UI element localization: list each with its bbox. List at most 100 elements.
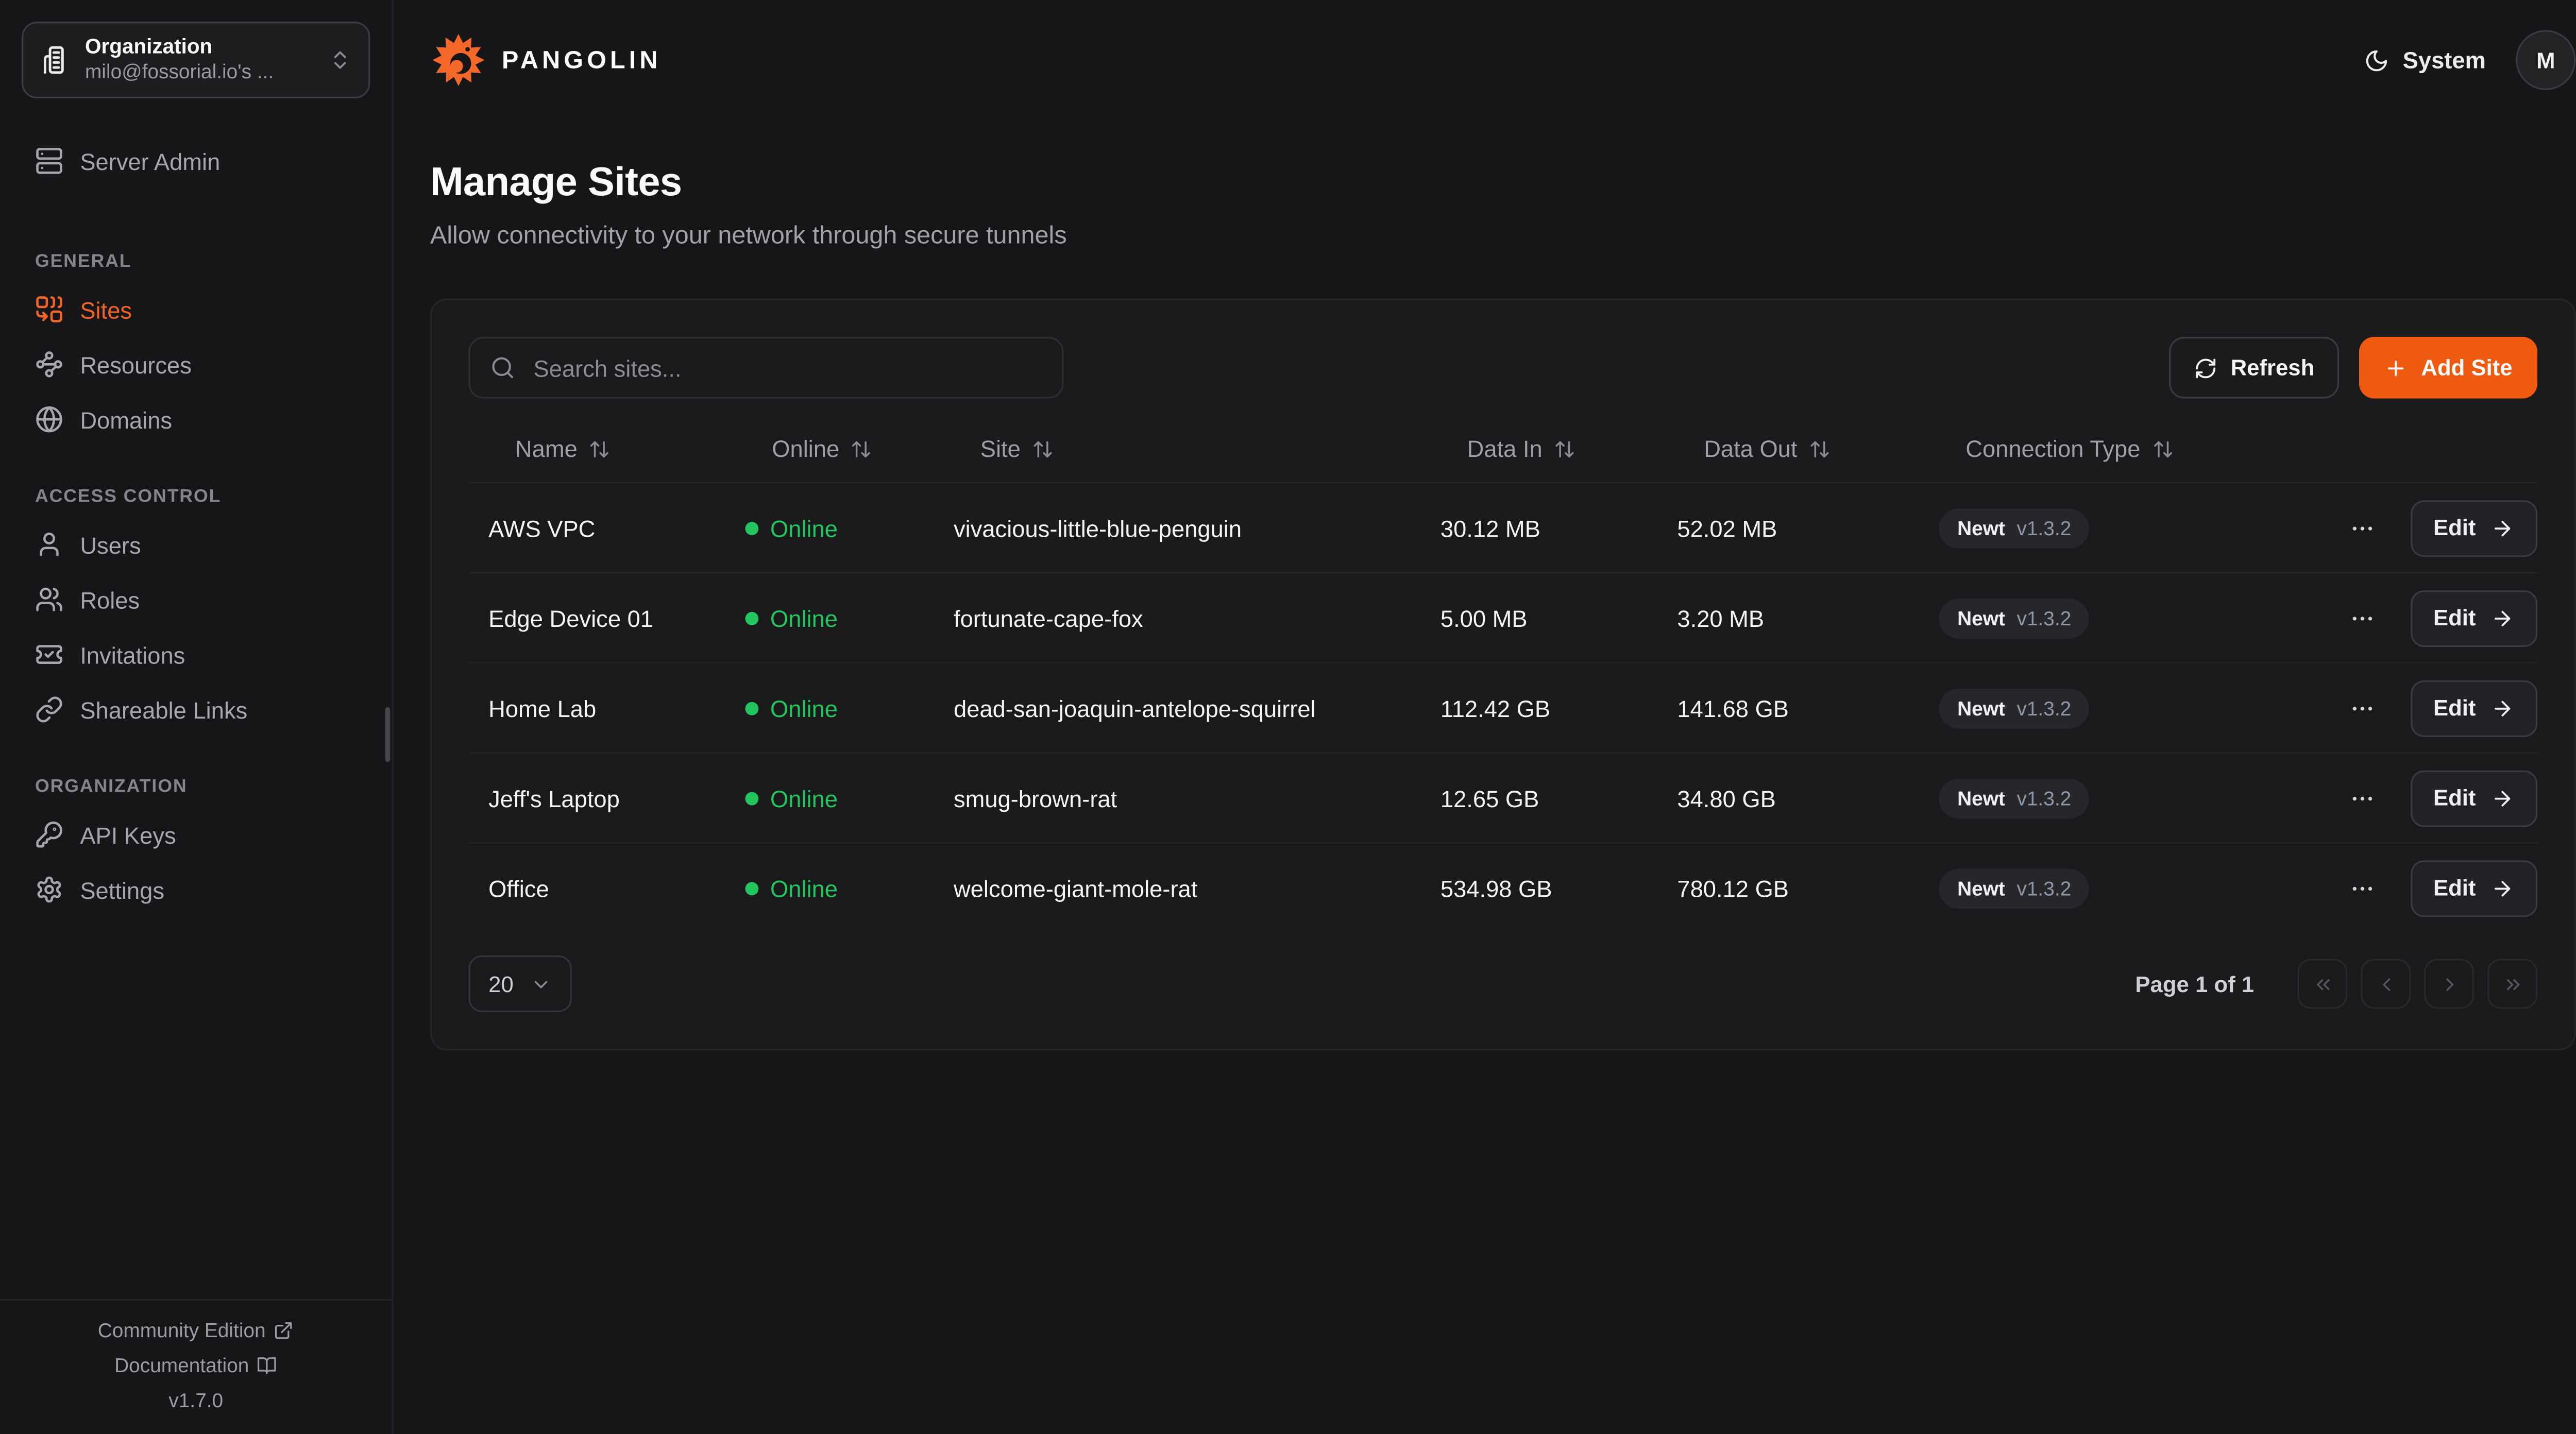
refresh-button[interactable]: Refresh [2169,337,2340,399]
column-header-data-out[interactable]: Data Out [1657,415,1919,483]
edit-button[interactable]: Edit [2410,500,2538,556]
edit-button[interactable]: Edit [2410,860,2538,916]
search-box [468,337,1063,399]
brand-logo[interactable]: PANGOLIN [430,32,662,89]
column-header-site[interactable]: Site [934,415,1420,483]
arrow-right-icon [2491,786,2514,809]
last-page-button[interactable] [2487,959,2537,1009]
sort-icon [1554,438,1575,459]
sites-table: Name Online Site Data In Data Out Connec… [468,415,2537,932]
ellipsis-icon [2348,694,2375,721]
page-size-select[interactable]: 20 [468,955,572,1012]
avatar[interactable]: M [2516,30,2575,90]
column-header-actions [2302,415,2537,483]
connection-type-badge: Newtv1.3.2 [1939,508,2089,548]
main-area: PANGOLIN System M Manage Sites Allow con… [394,0,2576,1434]
sidebar-item-invitations[interactable]: Invitations [22,627,370,682]
sort-icon [1809,438,1831,459]
sidebar-nav: Server Admin GENERAL Sites Resources Dom… [0,120,392,1299]
documentation-link[interactable]: Documentation [114,1354,277,1377]
site-name-cell: Jeff's Laptop [468,753,725,843]
connection-type-badge: Newtv1.3.2 [1939,688,2089,728]
sidebar-item-label: Users [80,531,141,558]
prev-page-button[interactable] [2361,959,2411,1009]
users-icon [35,585,63,613]
ellipsis-icon [2348,784,2375,811]
table-row: Edge Device 01 Online fortunate-cape-fox… [468,573,2537,663]
status-label: Online [770,875,838,901]
sidebar: Organization milo@fossorial.io's ... Ser… [0,0,394,1434]
org-switcher[interactable]: Organization milo@fossorial.io's ... [22,22,370,98]
external-link-icon [274,1321,294,1341]
moon-icon [2364,47,2389,73]
row-actions-cell: Edit [2302,483,2537,573]
status-label: Online [770,515,838,541]
combine-icon [35,295,63,323]
column-header-data-in[interactable]: Data In [1420,415,1657,483]
site-id-cell: fortunate-cape-fox [934,573,1420,663]
site-id-cell: vivacious-little-blue-penguin [934,483,1420,573]
chevron-right-icon [2438,973,2460,995]
column-header-online[interactable]: Online [725,415,934,483]
sidebar-section-access-control: ACCESS CONTROL [22,487,370,507]
edit-button[interactable]: Edit [2410,589,2538,646]
site-id-cell: welcome-giant-mole-rat [934,843,1420,932]
row-actions-cell: Edit [2302,573,2537,663]
site-id-cell: smug-brown-rat [934,753,1420,843]
edit-button[interactable]: Edit [2410,770,2538,826]
row-menu-button[interactable] [2340,866,2383,910]
sidebar-item-api-keys[interactable]: API Keys [22,807,370,862]
data-in-cell: 534.98 GB [1420,843,1657,932]
sort-icon [2152,438,2174,459]
row-menu-button[interactable] [2340,686,2383,729]
sidebar-item-users[interactable]: Users [22,517,370,572]
sidebar-scrollbar-thumb[interactable] [385,707,391,762]
row-menu-button[interactable] [2340,506,2383,549]
row-menu-button[interactable] [2340,596,2383,639]
sidebar-item-shareable-links[interactable]: Shareable Links [22,682,370,737]
search-input[interactable] [530,353,1042,383]
connection-type-cell: Newtv1.3.2 [1919,843,2302,932]
next-page-button[interactable] [2424,959,2474,1009]
sidebar-item-label: Settings [80,876,164,903]
edit-button[interactable]: Edit [2410,679,2538,736]
community-edition-link[interactable]: Community Edition [98,1319,294,1342]
online-status-dot [745,611,758,624]
site-status-cell: Online [725,843,934,932]
status-label: Online [770,694,838,721]
column-header-name[interactable]: Name [468,415,725,483]
add-site-button[interactable]: Add Site [2360,337,2537,399]
app-version: v1.7.0 [168,1389,223,1412]
chevrons-up-down-icon [328,48,351,72]
sidebar-item-settings[interactable]: Settings [22,862,370,917]
sites-card: Refresh Add Site Name Online [430,298,2576,1050]
first-page-button[interactable] [2297,959,2347,1009]
sidebar-item-resources[interactable]: Resources [22,337,370,392]
column-header-connection-type[interactable]: Connection Type [1919,415,2302,483]
search-icon [490,355,515,381]
connection-type-cell: Newtv1.3.2 [1919,483,2302,573]
theme-toggle[interactable]: System [2364,47,2486,74]
server-icon [35,147,63,175]
table-row: Jeff's Laptop Online smug-brown-rat 12.6… [468,753,2537,843]
chevron-down-icon [530,973,552,995]
globe-icon [35,405,63,434]
chevrons-left-icon [2312,973,2333,995]
site-status-cell: Online [725,753,934,843]
sidebar-section-general: GENERAL [22,252,370,272]
sidebar-item-sites[interactable]: Sites [22,282,370,337]
sidebar-footer: Community Edition Documentation v1.7.0 [0,1299,392,1434]
page-indicator: Page 1 of 1 [2135,971,2254,997]
card-toolbar: Refresh Add Site [468,337,2537,399]
row-menu-button[interactable] [2340,776,2383,820]
site-name-cell: Home Lab [468,663,725,753]
sidebar-item-server-admin[interactable]: Server Admin [22,133,370,189]
topbar: PANGOLIN System M [394,0,2576,120]
ellipsis-icon [2348,604,2375,631]
data-in-cell: 30.12 MB [1420,483,1657,573]
sidebar-item-roles[interactable]: Roles [22,572,370,627]
site-name-cell: AWS VPC [468,483,725,573]
sidebar-item-domains[interactable]: Domains [22,392,370,447]
connection-type-badge: Newtv1.3.2 [1939,598,2089,638]
theme-label: System [2403,47,2486,74]
